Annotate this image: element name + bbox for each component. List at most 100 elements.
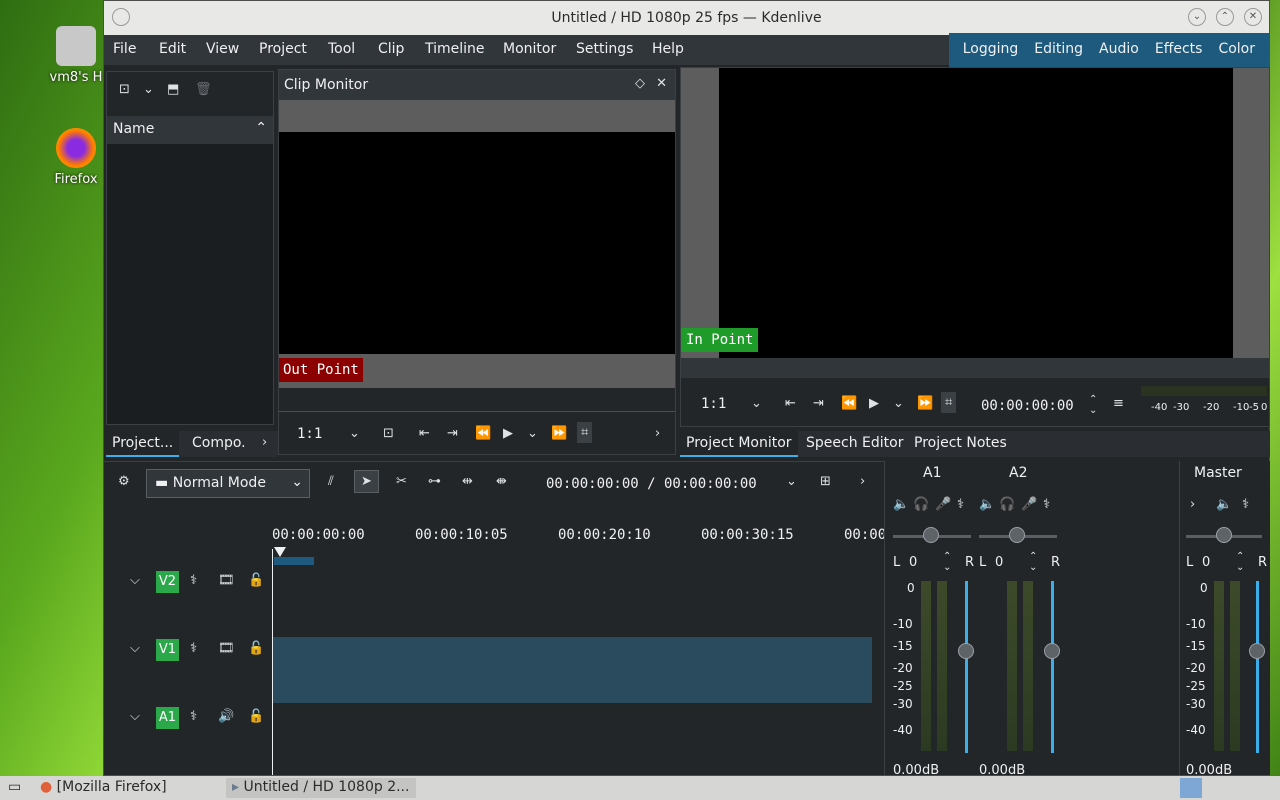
minimize-button[interactable]: ⌄ [1188, 8, 1206, 26]
project-monitor-ruler[interactable] [681, 358, 1269, 378]
crop-icon[interactable]: ⌗ [941, 392, 957, 413]
menu-icon[interactable]: ≡ [1113, 396, 1124, 411]
mute-icon[interactable]: 🔈 [979, 497, 995, 512]
menu-view[interactable]: View [206, 41, 239, 57]
show-desktop-icon[interactable]: ▭ [2, 778, 27, 798]
crop-icon[interactable]: ⌗ [577, 422, 593, 443]
edit-mode-select[interactable]: ▬ Normal Mode ⌄ [146, 469, 310, 498]
taskbar-item-firefox[interactable]: ● [Mozilla Firefox] [34, 778, 220, 798]
collapse-icon[interactable]: ⌵ [130, 709, 140, 724]
volume-knob[interactable] [1249, 643, 1265, 659]
selection-tool-icon[interactable]: ➤ [354, 470, 379, 493]
set-out-icon[interactable]: ⇥ [447, 426, 458, 441]
bin-column-header[interactable]: Name ⌃ [107, 116, 273, 144]
tab-project-monitor[interactable]: Project Monitor [680, 431, 798, 457]
project-timecode[interactable]: 00:00:00:00 [981, 398, 1074, 414]
set-in-icon[interactable]: ⇤ [419, 426, 430, 441]
effects-icon[interactable]: ⚕ [1043, 497, 1050, 512]
chevron-down-icon[interactable]: ⌄ [751, 396, 762, 411]
tab-project-notes[interactable]: Project Notes [908, 431, 1013, 457]
timeline-playhead[interactable] [272, 549, 273, 775]
menu-clip[interactable]: Clip [378, 41, 404, 57]
track-name[interactable]: V2 [156, 571, 179, 593]
play-icon[interactable]: ▶ [503, 426, 513, 441]
pan-value[interactable]: 0 [995, 555, 1003, 570]
float-icon[interactable]: ◇ [635, 76, 645, 91]
chevron-right-icon[interactable]: › [655, 426, 660, 441]
zoom-fit-icon[interactable]: ⊞ [820, 474, 831, 489]
solo-icon[interactable]: 🎧 [913, 497, 929, 512]
effects-icon[interactable]: ⚕ [957, 497, 964, 512]
play-icon[interactable]: ▶ [869, 396, 879, 411]
desktop-icon-firefox[interactable]: Firefox [44, 128, 108, 187]
layout-logging[interactable]: Logging [955, 33, 1027, 67]
menu-settings[interactable]: Settings [576, 41, 633, 57]
menu-help[interactable]: Help [652, 41, 684, 57]
chevron-down-icon[interactable]: ⌄ [786, 474, 797, 489]
track-name[interactable]: A1 [156, 707, 179, 729]
pan-knob[interactable] [1216, 527, 1232, 543]
collapse-icon[interactable]: ⌵ [130, 641, 140, 656]
track-lane[interactable] [272, 569, 872, 635]
timeline-timecode[interactable]: 00:00:00:00 / 00:00:00:00 [546, 476, 757, 492]
spin-icon[interactable]: ⌃ ⌄ [943, 551, 951, 573]
pan-knob[interactable] [923, 527, 939, 543]
track-v2[interactable]: ⌵ V2 ⚕ 🎞 🔓 [104, 569, 884, 637]
track-a1[interactable]: ⌵ A1 ⚕ 🔊 🔓 [104, 705, 884, 775]
add-clip-icon[interactable]: ⊡ [119, 82, 130, 97]
volume-slider[interactable] [965, 581, 968, 753]
layout-color[interactable]: Color [1210, 33, 1263, 67]
timeline-ruler[interactable]: 00:00:00:00 00:00:10:05 00:00:20:10 00:0… [272, 523, 886, 569]
volume-knob[interactable] [958, 643, 974, 659]
ripple-tool-icon[interactable]: ⇹ [462, 474, 473, 489]
desktop-icon-home[interactable]: vm8's H [44, 26, 108, 85]
zoom-level[interactable]: 1:1 [701, 396, 726, 412]
chevron-down-icon[interactable]: ⌄ [349, 426, 360, 441]
menu-timeline[interactable]: Timeline [425, 41, 485, 57]
taskbar-item-kdenlive[interactable]: ▸ Untitled / HD 1080p 2... [226, 778, 416, 798]
slip-tool-icon[interactable]: ⊶ [428, 474, 441, 489]
film-icon[interactable]: 🎞 [218, 573, 235, 588]
volume-knob[interactable] [1044, 643, 1060, 659]
chevron-down-icon[interactable]: ⌄ [143, 82, 154, 97]
menu-monitor[interactable]: Monitor [503, 41, 556, 57]
chevron-right-icon[interactable]: › [1190, 497, 1195, 512]
add-folder-icon[interactable]: ⬒ [167, 82, 179, 97]
set-in-icon[interactable]: ⇤ [785, 396, 796, 411]
record-icon[interactable]: 🎤 [1021, 497, 1037, 512]
track-v1[interactable]: ⌵ V1 ⚕ 🎞 🔓 [104, 637, 884, 705]
maximize-button[interactable]: ⌃ [1216, 8, 1234, 26]
clip-monitor-video[interactable] [279, 132, 675, 354]
solo-icon[interactable]: 🎧 [999, 497, 1015, 512]
effects-icon[interactable]: ⚕ [190, 641, 197, 656]
film-icon[interactable]: 🎞 [218, 641, 235, 656]
project-monitor-video[interactable] [719, 68, 1233, 358]
speaker-icon[interactable]: 🔊 [218, 709, 234, 724]
layout-editing[interactable]: Editing [1026, 33, 1091, 67]
track-lane[interactable] [272, 705, 872, 775]
effects-icon[interactable]: ⚕ [190, 573, 197, 588]
volume-slider[interactable] [1256, 581, 1259, 753]
close-icon[interactable]: ✕ [656, 76, 667, 91]
rewind-icon[interactable]: ⏪ [841, 396, 857, 411]
spin-icon[interactable]: ⌃ ⌄ [1089, 394, 1097, 416]
track-lane[interactable] [272, 637, 872, 703]
menu-project[interactable]: Project [259, 41, 307, 57]
playhead-marker[interactable] [274, 547, 286, 557]
bin-list[interactable] [107, 144, 273, 424]
roll-tool-icon[interactable]: ⇼ [496, 474, 507, 489]
timeline-settings-icon[interactable]: ⚙ [118, 474, 130, 489]
layout-effects[interactable]: Effects [1147, 33, 1211, 67]
fit-icon[interactable]: ⊡ [383, 426, 394, 441]
forward-icon[interactable]: ⏩ [551, 426, 567, 441]
clip-monitor-ruler[interactable] [279, 388, 675, 412]
mute-icon[interactable]: 🔈 [893, 497, 909, 512]
spacer-tool-icon[interactable]: ⫽ [328, 474, 334, 489]
chevron-right-icon[interactable]: › [262, 435, 267, 450]
layout-audio[interactable]: Audio [1091, 33, 1147, 67]
rewind-icon[interactable]: ⏪ [475, 426, 491, 441]
effects-icon[interactable]: ⚕ [190, 709, 197, 724]
chevron-down-icon[interactable]: ⌄ [527, 426, 538, 441]
tab-compositions[interactable]: Compo. [186, 431, 252, 457]
lock-icon[interactable]: 🔓 [248, 641, 264, 656]
